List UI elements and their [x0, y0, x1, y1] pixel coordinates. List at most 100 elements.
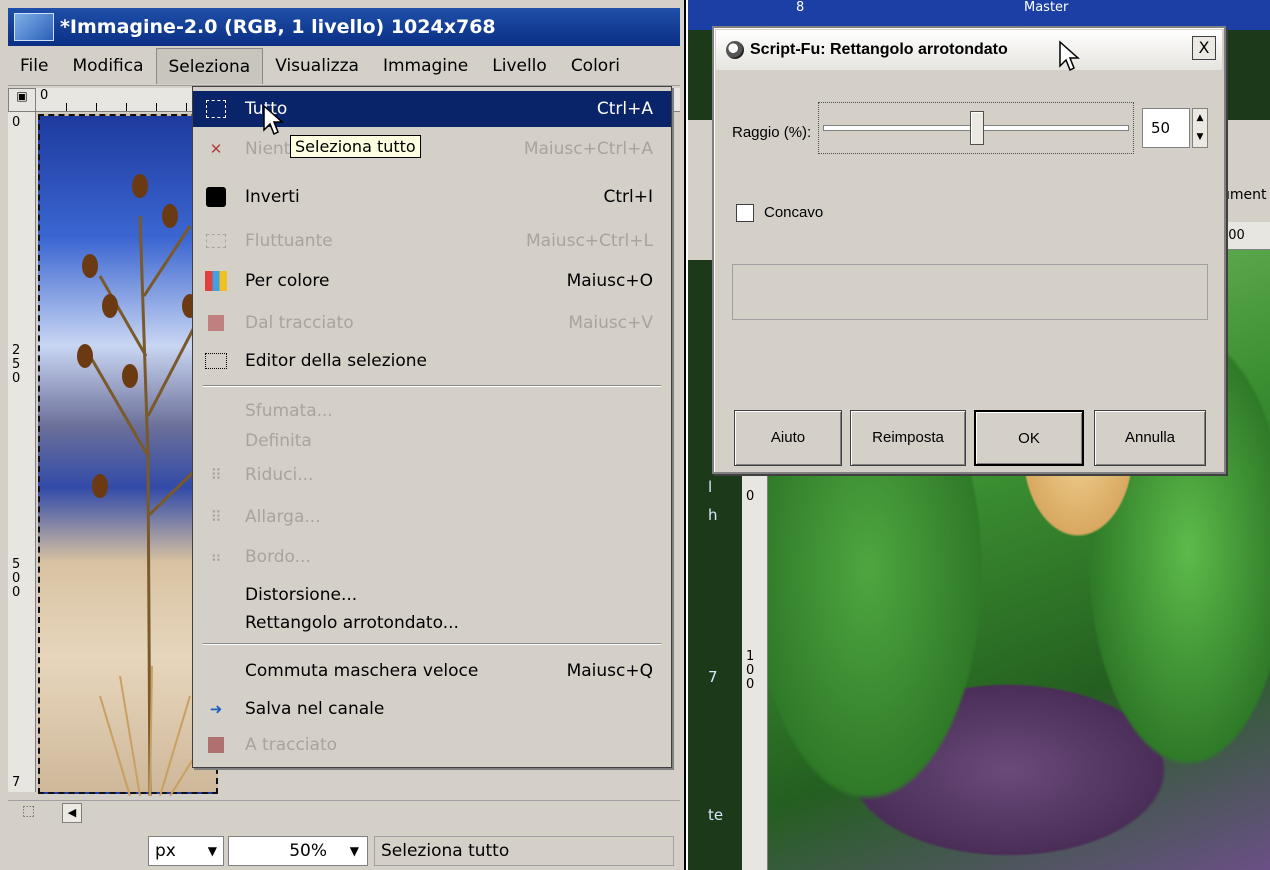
status-message: Seleziona tutto: [374, 836, 674, 866]
menu-item-label: Inverti: [245, 187, 300, 207]
menu-seleziona[interactable]: Seleziona: [155, 47, 264, 84]
gimp-app-icon: [14, 13, 54, 41]
spin-arrows-icon[interactable]: ▲ ▼: [1192, 108, 1208, 148]
background-header-text: Master: [1024, 0, 1069, 15]
menu-item-editor-selezione[interactable]: Editor della selezione: [193, 343, 671, 379]
dialog-title: Script-Fu: Rettangolo arrotondato: [750, 41, 1008, 58]
menu-item-definita[interactable]: Definita: [193, 423, 671, 459]
reset-button[interactable]: Reimposta: [850, 410, 966, 466]
menu-item-salva-canale[interactable]: ➜ Salva nel canale: [193, 691, 671, 727]
menu-visualizza[interactable]: Visualizza: [263, 48, 371, 84]
vertical-ruler: 0 250 500 7: [8, 112, 36, 792]
save-channel-icon: ➜: [209, 700, 223, 718]
from-path-icon: [203, 312, 229, 334]
menu-item-shortcut: Maiusc+Q: [566, 661, 653, 681]
menu-item-dal-tracciato[interactable]: Dal tracciato Maiusc+V: [193, 305, 671, 341]
background-label: 8: [796, 0, 805, 15]
to-path-icon: [203, 734, 229, 756]
zoom-select[interactable]: 50% ▼: [228, 836, 368, 866]
menu-colori[interactable]: Colori: [559, 48, 632, 84]
background-side-text: l: [708, 478, 713, 496]
window-title: *Immagine-2.0 (RGB, 1 livello) 1024x768: [60, 16, 496, 38]
horizontal-scrollbar[interactable]: ⬚ ◀: [8, 800, 680, 824]
navigation-corner-icon[interactable]: ▣: [8, 88, 36, 112]
ok-button[interactable]: OK: [974, 410, 1084, 466]
grow-icon: ⠿: [210, 508, 222, 526]
menu-item-label: Per colore: [245, 271, 330, 291]
ruler-left-label: 500: [12, 557, 21, 600]
menu-file[interactable]: File: [8, 48, 60, 84]
menu-item-label: Allarga...: [245, 507, 321, 527]
chevron-down-icon: ▼: [207, 844, 217, 858]
menu-item-label: Salva nel canale: [245, 699, 385, 719]
menu-item-shortcut: Maiusc+O: [566, 271, 653, 291]
chevron-down-icon: ▼: [349, 844, 359, 858]
close-button[interactable]: X: [1192, 36, 1216, 60]
float-icon: [203, 230, 229, 252]
menu-item-per-colore[interactable]: Per colore Maiusc+O: [193, 263, 671, 299]
slider-thumb[interactable]: [970, 111, 984, 145]
unit-select[interactable]: px ▼: [148, 836, 224, 866]
concave-label: Concavo: [764, 204, 824, 221]
blank-icon: [203, 430, 229, 452]
window-titlebar[interactable]: *Immagine-2.0 (RGB, 1 livello) 1024x768: [8, 8, 680, 46]
menu-item-a-tracciato[interactable]: A tracciato: [193, 727, 671, 763]
dialog-titlebar[interactable]: Script-Fu: Rettangolo arrotondato: [716, 30, 1222, 70]
menu-item-shortcut: Maiusc+Ctrl+A: [523, 139, 653, 159]
unit-value: px: [155, 841, 176, 861]
background-side-text: te: [708, 806, 724, 824]
image-canvas[interactable]: [38, 114, 221, 796]
menu-livello[interactable]: Livello: [480, 48, 559, 84]
radius-slider[interactable]: [818, 102, 1134, 154]
menu-item-label: Fluttuante: [245, 231, 333, 251]
menu-item-label: Distorsione...: [245, 585, 358, 605]
menu-item-shortcut: Ctrl+A: [596, 99, 653, 119]
menu-item-label: A tracciato: [245, 735, 338, 755]
background-ruler: 200: [1220, 222, 1270, 250]
ruler-left-label: 250: [12, 343, 21, 386]
ruler-label: 0: [746, 489, 755, 504]
gimp-image-window: *Immagine-2.0 (RGB, 1 livello) 1024x768 …: [0, 0, 686, 870]
menu-item-riduci[interactable]: ⠿ Riduci...: [193, 457, 671, 493]
blank-icon: [203, 584, 229, 606]
zoom-value: 50%: [289, 841, 327, 861]
background-side-text: h: [708, 506, 718, 524]
menu-item-label: Rettangolo arrotondato...: [245, 613, 459, 633]
menu-item-bordo[interactable]: ⠶ Bordo...: [193, 539, 671, 575]
menu-immagine[interactable]: Immagine: [371, 48, 480, 84]
tooltip: Seleziona tutto: [290, 135, 421, 158]
seleziona-menu: Tutto Ctrl+A ✕ Niente Maiusc+Ctrl+A Inve…: [192, 86, 672, 768]
menu-item-label: Sfumata...: [245, 401, 333, 421]
menu-item-allarga[interactable]: ⠿ Allarga...: [193, 499, 671, 535]
menu-item-maschera-veloce[interactable]: Commuta maschera veloce Maiusc+Q: [193, 653, 671, 689]
background-tab: ument: [1220, 180, 1270, 210]
blank-icon: [203, 612, 229, 634]
concave-checkbox[interactable]: [736, 204, 754, 222]
menu-item-label: Editor della selezione: [245, 351, 428, 371]
scroll-left-icon[interactable]: ◀: [62, 803, 82, 823]
menu-item-label: Commuta maschera veloce: [245, 661, 479, 681]
radius-label: Raggio (%):: [732, 124, 812, 141]
quick-mask-toggle-icon[interactable]: ⬚: [22, 803, 35, 819]
menu-item-inverti[interactable]: Inverti Ctrl+I: [193, 179, 671, 215]
menu-item-shortcut: Ctrl+I: [603, 187, 653, 207]
background-vertical-ruler: 0 100: [742, 470, 768, 870]
menu-item-rettangolo-arrotondato[interactable]: Rettangolo arrotondato...: [193, 605, 671, 641]
select-none-icon: ✕: [209, 140, 223, 158]
invert-icon: [203, 186, 229, 208]
menu-item-label: Dal tracciato: [245, 313, 354, 333]
selection-editor-icon: [203, 350, 229, 372]
menu-item-shortcut: Maiusc+Ctrl+L: [526, 231, 653, 251]
help-button[interactable]: Aiuto: [734, 410, 842, 466]
menu-item-shortcut: Maiusc+V: [568, 313, 653, 333]
menu-modifica[interactable]: Modifica: [60, 48, 155, 84]
shrink-icon: ⠿: [210, 466, 222, 484]
menu-item-fluttuante[interactable]: Fluttuante Maiusc+Ctrl+L: [193, 223, 671, 259]
cancel-button[interactable]: Annulla: [1094, 410, 1206, 466]
radius-spinbox[interactable]: 50: [1142, 108, 1190, 148]
mouse-pointer-icon: [1059, 40, 1080, 72]
menu-item-label: Bordo...: [245, 547, 311, 567]
menu-item-label: Riduci...: [245, 465, 314, 485]
background-side-text: 7: [708, 668, 718, 686]
status-bar: px ▼ 50% ▼ Seleziona tutto: [8, 832, 680, 868]
